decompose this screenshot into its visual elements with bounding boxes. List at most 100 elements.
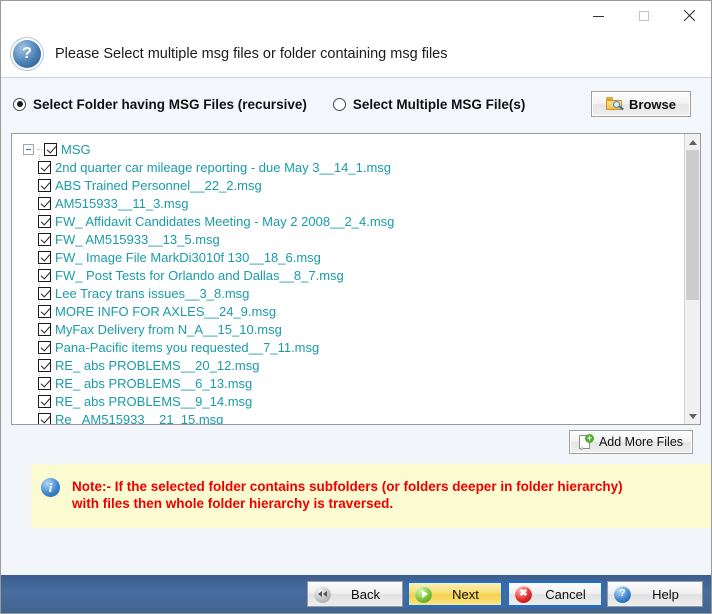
tree-item-label: AM515933__11_3.msg [55,195,189,211]
back-button[interactable]: Back [307,581,403,607]
tree-item-checkbox[interactable] [38,232,51,246]
tree-root-checkbox[interactable] [44,142,57,156]
tree-item-checkbox[interactable] [38,160,51,174]
radio-folder-label: Select Folder having MSG Files (recursiv… [33,96,307,112]
tree-connector [37,148,42,150]
note-banner: i Note:- If the selected folder contains… [31,464,711,528]
rewind-icon [314,585,331,603]
tree-item-checkbox[interactable] [38,250,51,264]
minimize-button[interactable] [576,1,621,31]
tree-item[interactable]: FW_ Affidavit Candidates Meeting - May 2… [12,209,684,230]
radio-select-files[interactable]: Select Multiple MSG File(s) [332,97,525,112]
filler-area [1,528,711,575]
tree-item[interactable]: Pana-Pacific items you requested__7_11.m… [12,335,684,356]
back-button-label: Back [351,586,380,602]
cancel-button[interactable]: ✖ Cancel [507,581,603,607]
next-button-label: Next [452,586,479,602]
scroll-up-button[interactable] [685,134,700,150]
file-tree-panel: MSG 2nd quarter car mileage reporting - … [11,133,701,425]
scroll-down-button[interactable] [685,408,700,424]
tree-item[interactable]: ABS Trained Personnel__22_2.msg [12,173,684,194]
header-band: ? Please Select multiple msg files or fo… [1,31,711,78]
tree-item[interactable]: 2nd quarter car mileage reporting - due … [12,155,684,176]
file-tree[interactable]: MSG 2nd quarter car mileage reporting - … [12,134,684,424]
tree-item[interactable]: FW_ Post Tests for Orlando and Dallas__8… [12,263,684,284]
tree-item-checkbox[interactable] [38,214,51,228]
tree-item-checkbox[interactable] [38,340,51,354]
note-text: Note:- If the selected folder contains s… [72,478,623,512]
tree-item-checkbox[interactable] [38,322,51,336]
tree-item[interactable]: MyFax Delivery from N_A__15_10.msg [12,317,684,338]
tree-item[interactable]: FW_ Image File MarkDi3010f 130__18_6.msg [12,245,684,266]
tree-item-label: 2nd quarter car mileage reporting - due … [55,159,392,175]
browse-button[interactable]: Browse [591,91,691,117]
minimize-icon [593,15,604,17]
tree-item-label: FW_ Image File MarkDi3010f 130__18_6.msg [55,249,321,265]
radio-select-folder[interactable]: Select Folder having MSG Files (recursiv… [13,97,307,112]
maximize-icon [638,11,649,21]
tree-item-checkbox[interactable] [38,412,51,424]
cancel-icon: ✖ [515,585,532,603]
close-button[interactable] [666,1,711,31]
tree-item-checkbox[interactable] [38,196,51,210]
tree-item-label: FW_ AM515933__13_5.msg [55,231,220,247]
dialog-window: ? Please Select multiple msg files or fo… [0,0,712,614]
tree-item[interactable]: FW_ AM515933__13_5.msg [12,227,684,248]
chevron-up-icon [688,139,697,145]
options-row: Select Folder having MSG Files (recursiv… [1,78,711,130]
add-more-row: + Add More Files [1,425,711,459]
tree-item-label: RE_ abs PROBLEMS__9_14.msg [55,393,253,409]
tree-item-checkbox[interactable] [38,286,51,300]
tree-item-label: MyFax Delivery from N_A__15_10.msg [55,321,282,337]
radio-files-indicator[interactable] [332,97,346,111]
tree-item-checkbox[interactable] [38,394,51,408]
tree-root-node[interactable]: MSG [12,140,684,158]
header-title: Please Select multiple msg files or fold… [55,46,448,62]
tree-item[interactable]: Lee Tracy trans issues__3_8.msg [12,281,684,302]
tree-item-label: ABS Trained Personnel__22_2.msg [55,177,262,193]
title-bar [1,1,711,31]
tree-item-checkbox[interactable] [38,358,51,372]
maximize-button[interactable] [621,1,666,31]
tree-item-checkbox[interactable] [38,178,51,192]
tree-item-label: Re_ AM515933__21_15.msg [55,411,224,425]
tree-item-label: Lee Tracy trans issues__3_8.msg [55,285,250,301]
folder-search-icon [606,97,624,111]
question-orb-icon: ? [13,40,41,68]
scrollbar-thumb[interactable] [686,150,699,300]
help-button-label: Help [652,586,679,602]
info-orb-icon: i [41,478,60,497]
tree-root-label: MSG [61,141,91,157]
help-button[interactable]: ? Help [607,581,703,607]
add-more-files-button[interactable]: + Add More Files [569,430,693,454]
tree-item[interactable]: AM515933__11_3.msg [12,191,684,212]
next-button[interactable]: Next [407,581,503,607]
tree-item[interactable]: RE_ abs PROBLEMS__6_13.msg [12,371,684,392]
tree-item[interactable]: Re_ AM515933__21_15.msg [12,407,684,425]
tree-item-checkbox[interactable] [38,304,51,318]
tree-item-checkbox[interactable] [38,268,51,282]
footer-bar: Back Next ✖ Cancel ? Help [1,575,711,613]
tree-item-label: RE_ abs PROBLEMS__6_13.msg [55,375,253,391]
radio-folder-indicator[interactable] [13,97,26,111]
close-icon [683,10,695,22]
tree-item-checkbox[interactable] [38,376,51,390]
scrollbar-track[interactable] [685,150,700,408]
collapse-icon[interactable] [23,143,34,155]
tree-item[interactable]: MORE INFO FOR AXLES__24_9.msg [12,299,684,320]
tree-item[interactable]: RE_ abs PROBLEMS__9_14.msg [12,389,684,410]
tree-item-label: MORE INFO FOR AXLES__24_9.msg [55,303,277,319]
page-add-icon: + [578,433,594,450]
tree-scrollbar[interactable] [684,134,700,424]
tree-item-label: FW_ Post Tests for Orlando and Dallas__8… [55,267,344,283]
tree-item-label: Pana-Pacific items you requested__7_11.m… [55,339,320,355]
tree-item-label: FW_ Affidavit Candidates Meeting - May 2… [55,213,395,229]
chevron-down-icon [688,413,697,419]
browse-button-label: Browse [629,96,676,112]
cancel-button-label: Cancel [545,586,586,602]
note-line-2: with files then whole folder hierarchy i… [72,496,394,511]
add-more-files-label: Add More Files [598,435,684,449]
tree-item-label: RE_ abs PROBLEMS__20_12.msg [55,357,260,373]
tree-item[interactable]: RE_ abs PROBLEMS__20_12.msg [12,353,684,374]
play-icon [415,585,432,603]
